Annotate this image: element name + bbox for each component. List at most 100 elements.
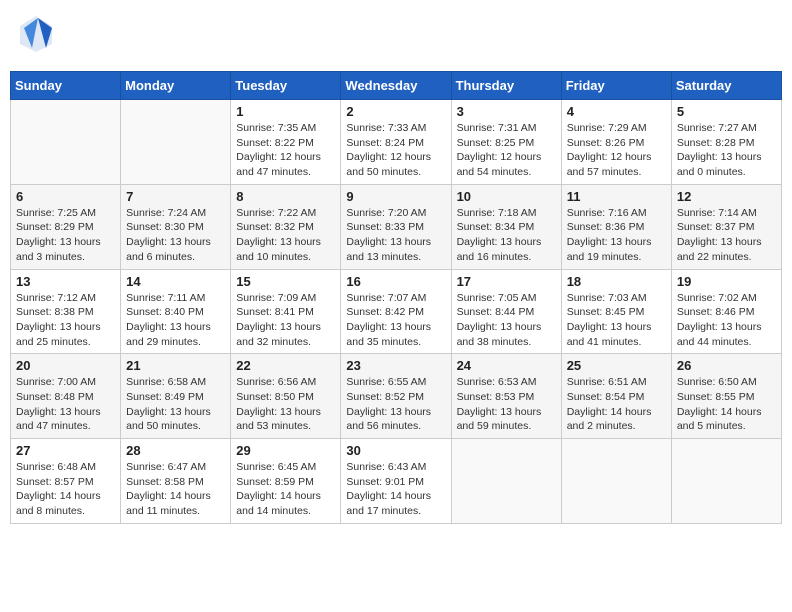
calendar-cell bbox=[561, 439, 671, 524]
day-info: Sunrise: 7:33 AMSunset: 8:24 PMDaylight:… bbox=[346, 121, 445, 180]
calendar-cell: 21 Sunrise: 6:58 AMSunset: 8:49 PMDayligh… bbox=[121, 354, 231, 439]
day-number: 21 bbox=[126, 358, 225, 373]
calendar-cell: 7 Sunrise: 7:24 AMSunset: 8:30 PMDaylight… bbox=[121, 184, 231, 269]
calendar-cell: 4 Sunrise: 7:29 AMSunset: 8:26 PMDaylight… bbox=[561, 100, 671, 185]
day-number: 20 bbox=[16, 358, 115, 373]
weekday-header-friday: Friday bbox=[561, 72, 671, 100]
day-number: 29 bbox=[236, 443, 335, 458]
calendar-cell: 10 Sunrise: 7:18 AMSunset: 8:34 PMDayligh… bbox=[451, 184, 561, 269]
day-number: 27 bbox=[16, 443, 115, 458]
calendar-week-row: 6Sunrise: 7:25 AMSunset: 8:29 PMDaylight… bbox=[11, 184, 782, 269]
calendar-table: SundayMondayTuesdayWednesdayThursdayFrid… bbox=[10, 71, 782, 524]
day-info: Sunrise: 6:45 AMSunset: 8:59 PMDaylight:… bbox=[236, 460, 335, 519]
day-info: Sunrise: 6:58 AMSunset: 8:49 PMDaylight:… bbox=[126, 375, 225, 434]
calendar-cell: 15 Sunrise: 7:09 AMSunset: 8:41 PMDayligh… bbox=[231, 269, 341, 354]
calendar-cell: 13Sunrise: 7:12 AMSunset: 8:38 PMDayligh… bbox=[11, 269, 121, 354]
calendar-cell bbox=[11, 100, 121, 185]
weekday-header-wednesday: Wednesday bbox=[341, 72, 451, 100]
day-number: 4 bbox=[567, 104, 666, 119]
weekday-header-row: SundayMondayTuesdayWednesdayThursdayFrid… bbox=[11, 72, 782, 100]
calendar-week-row: 20 Sunrise: 7:00 AMSunset: 8:48 PMDayligh… bbox=[11, 354, 782, 439]
calendar-cell bbox=[121, 100, 231, 185]
day-number: 1 bbox=[236, 104, 335, 119]
calendar-cell: 20 Sunrise: 7:00 AMSunset: 8:48 PMDayligh… bbox=[11, 354, 121, 439]
day-number: 9 bbox=[346, 189, 445, 204]
logo bbox=[18, 14, 58, 59]
calendar-cell: 27 Sunrise: 6:48 AMSunset: 8:57 PMDayligh… bbox=[11, 439, 121, 524]
calendar-cell: 26 Sunrise: 6:50 AMSunset: 8:55 PMDayligh… bbox=[671, 354, 781, 439]
weekday-header-sunday: Sunday bbox=[11, 72, 121, 100]
day-info: Sunrise: 7:11 AMSunset: 8:40 PMDaylight:… bbox=[126, 291, 225, 350]
day-number: 19 bbox=[677, 274, 776, 289]
weekday-header-monday: Monday bbox=[121, 72, 231, 100]
calendar-cell: 17 Sunrise: 7:05 AMSunset: 8:44 PMDayligh… bbox=[451, 269, 561, 354]
day-info: Sunrise: 6:53 AMSunset: 8:53 PMDaylight:… bbox=[457, 375, 556, 434]
weekday-header-saturday: Saturday bbox=[671, 72, 781, 100]
day-info: Sunrise: 7:35 AMSunset: 8:22 PMDaylight:… bbox=[236, 121, 335, 180]
day-number: 16 bbox=[346, 274, 445, 289]
day-number: 24 bbox=[457, 358, 556, 373]
calendar-cell: 30Sunrise: 6:43 AMSunset: 9:01 PMDayligh… bbox=[341, 439, 451, 524]
day-info: Sunrise: 7:00 AMSunset: 8:48 PMDaylight:… bbox=[16, 375, 115, 434]
day-info: Sunrise: 7:02 AMSunset: 8:46 PMDaylight:… bbox=[677, 291, 776, 350]
calendar-cell: 22 Sunrise: 6:56 AMSunset: 8:50 PMDayligh… bbox=[231, 354, 341, 439]
day-number: 5 bbox=[677, 104, 776, 119]
calendar-cell: 1 Sunrise: 7:35 AMSunset: 8:22 PMDaylight… bbox=[231, 100, 341, 185]
calendar-cell: 16Sunrise: 7:07 AMSunset: 8:42 PMDayligh… bbox=[341, 269, 451, 354]
day-number: 28 bbox=[126, 443, 225, 458]
day-info: Sunrise: 6:55 AMSunset: 8:52 PMDaylight:… bbox=[346, 375, 445, 434]
calendar-cell: 18 Sunrise: 7:03 AMSunset: 8:45 PMDayligh… bbox=[561, 269, 671, 354]
calendar-cell: 9 Sunrise: 7:20 AMSunset: 8:33 PMDaylight… bbox=[341, 184, 451, 269]
day-info: Sunrise: 7:18 AMSunset: 8:34 PMDaylight:… bbox=[457, 206, 556, 265]
day-number: 10 bbox=[457, 189, 556, 204]
day-number: 26 bbox=[677, 358, 776, 373]
calendar-cell: 14 Sunrise: 7:11 AMSunset: 8:40 PMDayligh… bbox=[121, 269, 231, 354]
day-info: Sunrise: 6:56 AMSunset: 8:50 PMDaylight:… bbox=[236, 375, 335, 434]
page-header bbox=[10, 10, 782, 63]
day-info: Sunrise: 7:14 AMSunset: 8:37 PMDaylight:… bbox=[677, 206, 776, 265]
calendar-cell: 12 Sunrise: 7:14 AMSunset: 8:37 PMDayligh… bbox=[671, 184, 781, 269]
day-info: Sunrise: 7:29 AMSunset: 8:26 PMDaylight:… bbox=[567, 121, 666, 180]
day-number: 18 bbox=[567, 274, 666, 289]
calendar-cell: 29 Sunrise: 6:45 AMSunset: 8:59 PMDayligh… bbox=[231, 439, 341, 524]
day-info: Sunrise: 7:27 AMSunset: 8:28 PMDaylight:… bbox=[677, 121, 776, 180]
day-info: Sunrise: 7:03 AMSunset: 8:45 PMDaylight:… bbox=[567, 291, 666, 350]
day-number: 22 bbox=[236, 358, 335, 373]
day-info: Sunrise: 7:20 AMSunset: 8:33 PMDaylight:… bbox=[346, 206, 445, 265]
day-number: 15 bbox=[236, 274, 335, 289]
day-number: 17 bbox=[457, 274, 556, 289]
calendar-cell: 19 Sunrise: 7:02 AMSunset: 8:46 PMDayligh… bbox=[671, 269, 781, 354]
calendar-cell: 8 Sunrise: 7:22 AMSunset: 8:32 PMDaylight… bbox=[231, 184, 341, 269]
day-info: Sunrise: 7:12 AMSunset: 8:38 PMDaylight:… bbox=[16, 291, 115, 350]
calendar-cell: 2 Sunrise: 7:33 AMSunset: 8:24 PMDaylight… bbox=[341, 100, 451, 185]
day-number: 7 bbox=[126, 189, 225, 204]
day-number: 3 bbox=[457, 104, 556, 119]
day-number: 12 bbox=[677, 189, 776, 204]
logo-icon bbox=[18, 14, 54, 54]
calendar-cell: 23 Sunrise: 6:55 AMSunset: 8:52 PMDayligh… bbox=[341, 354, 451, 439]
calendar-week-row: 27 Sunrise: 6:48 AMSunset: 8:57 PMDayligh… bbox=[11, 439, 782, 524]
day-info: Sunrise: 7:31 AMSunset: 8:25 PMDaylight:… bbox=[457, 121, 556, 180]
day-number: 8 bbox=[236, 189, 335, 204]
day-number: 2 bbox=[346, 104, 445, 119]
day-info: Sunrise: 6:43 AMSunset: 9:01 PMDaylight:… bbox=[346, 460, 445, 519]
day-number: 14 bbox=[126, 274, 225, 289]
calendar-cell: 6Sunrise: 7:25 AMSunset: 8:29 PMDaylight… bbox=[11, 184, 121, 269]
calendar-cell: 5 Sunrise: 7:27 AMSunset: 8:28 PMDaylight… bbox=[671, 100, 781, 185]
day-number: 25 bbox=[567, 358, 666, 373]
day-info: Sunrise: 7:05 AMSunset: 8:44 PMDaylight:… bbox=[457, 291, 556, 350]
calendar-cell: 3 Sunrise: 7:31 AMSunset: 8:25 PMDaylight… bbox=[451, 100, 561, 185]
day-info: Sunrise: 7:22 AMSunset: 8:32 PMDaylight:… bbox=[236, 206, 335, 265]
calendar-week-row: 1 Sunrise: 7:35 AMSunset: 8:22 PMDaylight… bbox=[11, 100, 782, 185]
day-info: Sunrise: 7:16 AMSunset: 8:36 PMDaylight:… bbox=[567, 206, 666, 265]
weekday-header-thursday: Thursday bbox=[451, 72, 561, 100]
day-info: Sunrise: 7:09 AMSunset: 8:41 PMDaylight:… bbox=[236, 291, 335, 350]
day-number: 23 bbox=[346, 358, 445, 373]
day-number: 11 bbox=[567, 189, 666, 204]
calendar-cell: 25Sunrise: 6:51 AMSunset: 8:54 PMDayligh… bbox=[561, 354, 671, 439]
calendar-cell bbox=[671, 439, 781, 524]
day-info: Sunrise: 6:50 AMSunset: 8:55 PMDaylight:… bbox=[677, 375, 776, 434]
day-info: Sunrise: 7:24 AMSunset: 8:30 PMDaylight:… bbox=[126, 206, 225, 265]
calendar-cell: 24 Sunrise: 6:53 AMSunset: 8:53 PMDayligh… bbox=[451, 354, 561, 439]
day-info: Sunrise: 6:48 AMSunset: 8:57 PMDaylight:… bbox=[16, 460, 115, 519]
